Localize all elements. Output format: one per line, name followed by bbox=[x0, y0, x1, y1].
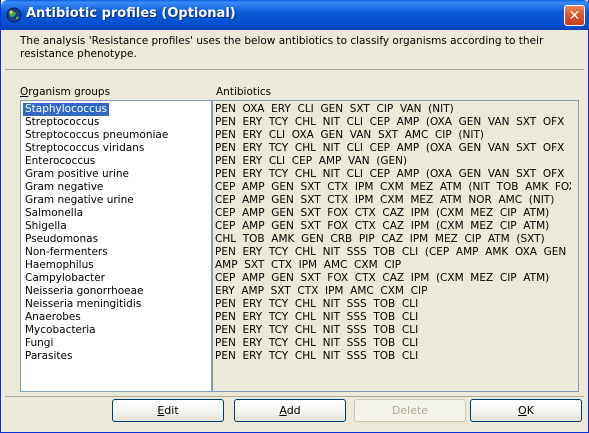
organism-group-item[interactable]: Fungi bbox=[23, 337, 55, 350]
antibiotic-profile-row: PEN ERY CLI OXA GEN VAN SXT AMC CIP (NIT… bbox=[215, 129, 484, 141]
antibiotic-profile-row: PEN ERY TCY CHL NIT SSS TOB CLI bbox=[215, 311, 419, 323]
dialog-window: Antibiotic profiles (Optional) ✕ The ana… bbox=[0, 0, 589, 433]
organism-group-item[interactable]: Campylobacter bbox=[23, 272, 107, 285]
antibiotics-list: PEN OXA ERY CLI GEN SXT CIP VAN (NIT) PEN… bbox=[212, 100, 571, 392]
organism-group-item[interactable]: Streptococcus bbox=[23, 116, 101, 129]
organism-groups-list[interactable]: Staphylococcus Streptococcus Streptococcus… bbox=[20, 100, 212, 392]
title-bar[interactable]: Antibiotic profiles (Optional) ✕ bbox=[1, 0, 589, 30]
organism-group-item[interactable]: Gram positive urine bbox=[23, 168, 131, 181]
antibiotic-profile-row: PEN ERY TCY CHL NIT SSS TOB CLI bbox=[215, 337, 419, 349]
organism-group-item[interactable]: Neisseria gonorrhoeae bbox=[23, 285, 146, 298]
organism-group-item[interactable]: Parasites bbox=[23, 350, 74, 363]
organism-group-item[interactable]: Streptococcus pneumoniae bbox=[23, 129, 170, 142]
delete-button[interactable]: Delete bbox=[354, 399, 466, 422]
ok-button-label: OK bbox=[518, 404, 534, 417]
mnemonic-letter: O bbox=[518, 404, 527, 417]
organism-group-item[interactable]: Neisseria meningitidis bbox=[23, 298, 143, 311]
antibiotic-profile-row: CEP AMP GEN SXT FOX CTX CAZ IPM (CXM MEZ… bbox=[215, 220, 550, 232]
antibiotics-label: Antibiotics bbox=[216, 86, 272, 98]
organism-groups-label: Organism groups bbox=[20, 86, 110, 98]
organism-group-item[interactable]: Anaerobes bbox=[23, 311, 83, 324]
organism-group-item[interactable]: Streptococcus viridans bbox=[23, 142, 146, 155]
antibiotic-profile-row: PEN ERY TCY CHL NIT CLI CEP AMP (OXA GEN… bbox=[215, 142, 571, 154]
antibiotic-profile-row: CEP AMP GEN SXT CTX IPM CXM MEZ ATM (NIT… bbox=[215, 181, 571, 193]
antibiotic-profile-row: PEN ERY TCY CHL NIT SSS TOB CLI (CEP AMP… bbox=[215, 246, 567, 258]
mnemonic-letter: E bbox=[157, 404, 165, 417]
antibiotic-profile-row: CEP AMP GEN SXT FOX CTX CAZ IPM (CXM MEZ… bbox=[215, 272, 550, 284]
close-icon: ✕ bbox=[568, 7, 581, 24]
organism-group-item[interactable]: Non-fermenters bbox=[23, 246, 110, 259]
window-title: Antibiotic profiles (Optional) bbox=[26, 6, 236, 21]
ok-button[interactable]: OK bbox=[470, 399, 582, 422]
organism-group-item[interactable]: Salmonella bbox=[23, 207, 85, 220]
antibiotic-profile-row: CEP AMP GEN SXT CTX IPM CXM MEZ ATM NOR … bbox=[215, 194, 555, 206]
organism-group-item[interactable]: Gram negative urine bbox=[23, 194, 136, 207]
antibiotic-profile-row: PEN ERY TCY CHL NIT CLI CEP AMP (OXA GEN… bbox=[215, 116, 571, 128]
antibiotic-profile-row: PEN ERY TCY CHL NIT CLI CEP AMP (OXA GEN… bbox=[215, 168, 571, 180]
add-button[interactable]: Add bbox=[234, 399, 346, 422]
antibiotic-profile-row: CHL TOB AMK GEN CRB PIP CAZ IPM MEZ CIP … bbox=[215, 233, 545, 245]
antibiotic-profile-row: PEN ERY TCY CHL NIT SSS TOB CLI bbox=[215, 350, 419, 362]
organism-group-item[interactable]: Enterococcus bbox=[23, 155, 97, 168]
description-text: The analysis 'Resistance profiles' uses … bbox=[20, 35, 544, 60]
antibiotic-profile-row: AMP SXT CTX IPM AMC CXM CIP bbox=[215, 259, 402, 271]
add-button-label: Add bbox=[279, 404, 301, 417]
edit-button[interactable]: Edit bbox=[112, 399, 224, 422]
delete-button-label: Delete bbox=[391, 404, 429, 417]
antibiotic-profile-row: CEP AMP GEN SXT FOX CTX CAZ IPM (CXM MEZ… bbox=[215, 207, 550, 219]
organism-group-item[interactable]: Haemophilus bbox=[23, 259, 96, 272]
organism-group-item[interactable]: Mycobacteria bbox=[23, 324, 98, 337]
organism-group-item[interactable]: Shigella bbox=[23, 220, 69, 233]
antibiotic-profile-row: PEN ERY TCY CHL NIT SSS TOB CLI bbox=[215, 324, 419, 336]
close-button[interactable]: ✕ bbox=[564, 5, 585, 26]
mnemonic-letter: A bbox=[279, 404, 287, 417]
organism-group-item[interactable]: Gram negative bbox=[23, 181, 105, 194]
antibiotics-scrollbar[interactable] bbox=[571, 100, 579, 392]
organism-groups-label-text: rganism groups bbox=[28, 86, 111, 98]
globe-app-icon bbox=[6, 7, 22, 23]
antibiotic-profile-row: PEN ERY CLI CEP AMP VAN (GEN) bbox=[215, 155, 408, 167]
antibiotic-profile-row: PEN OXA ERY CLI GEN SXT CIP VAN (NIT) bbox=[215, 103, 454, 115]
edit-button-label: Edit bbox=[157, 404, 179, 417]
antibiotic-profile-row: PEN ERY TCY CHL NIT SSS TOB CLI bbox=[215, 298, 419, 310]
antibiotic-profile-row: ERY AMP SXT CTX IPM AMC CXM CIP bbox=[215, 285, 428, 297]
organism-group-item[interactable]: Pseudomonas bbox=[23, 233, 100, 246]
organism-group-item[interactable]: Staphylococcus bbox=[22, 102, 110, 117]
